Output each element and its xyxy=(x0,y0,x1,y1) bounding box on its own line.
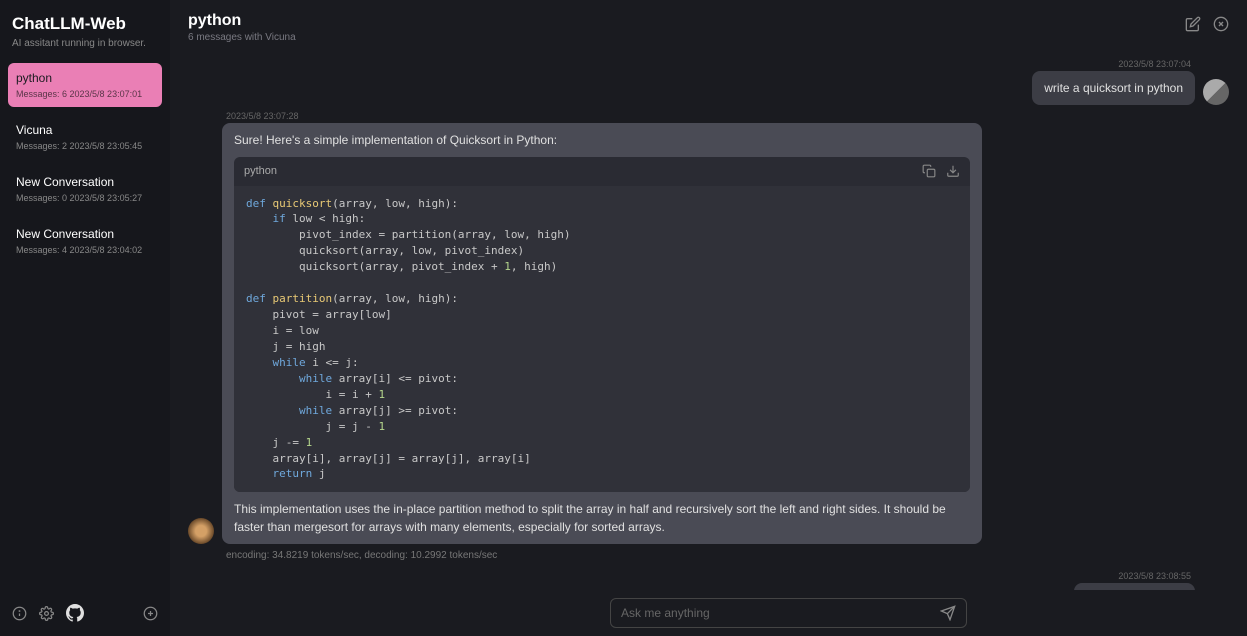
bot-message: Sure! Here's a simple implementation of … xyxy=(188,123,1229,544)
conv-meta: Messages: 2 2023/5/8 23:05:45 xyxy=(16,141,154,151)
message-bubble: Sure! Here's a simple implementation of … xyxy=(222,123,982,544)
sidebar: ChatLLM-Web AI assitant running in brows… xyxy=(0,0,170,636)
chat-title: python xyxy=(188,12,1185,30)
topbar: python 6 messages with Vicuna xyxy=(170,0,1247,53)
conv-meta: Messages: 4 2023/5/8 23:04:02 xyxy=(16,245,154,255)
copy-icon[interactable] xyxy=(922,164,936,178)
code-block: python def quicksort(array, low, high): … xyxy=(234,157,970,492)
code-content: def quicksort(array, low, high): if low … xyxy=(234,186,970,493)
sidebar-item-python[interactable]: python Messages: 6 2023/5/8 23:07:01 xyxy=(8,63,162,107)
code-language: python xyxy=(244,163,912,180)
conv-meta: Messages: 0 2023/5/8 23:05:27 xyxy=(16,193,154,203)
conv-title: New Conversation xyxy=(16,227,154,241)
conv-title: New Conversation xyxy=(16,175,154,189)
timestamp: 2023/5/8 23:07:04 xyxy=(1118,59,1191,69)
chat-area[interactable]: 2023/5/8 23:07:04 write a quicksort in p… xyxy=(170,53,1247,636)
download-icon[interactable] xyxy=(946,164,960,178)
sidebar-item-newconv-2[interactable]: New Conversation Messages: 4 2023/5/8 23… xyxy=(8,219,162,263)
app-brand: ChatLLM-Web xyxy=(8,14,162,34)
settings-icon[interactable] xyxy=(39,606,54,621)
close-icon[interactable] xyxy=(1213,16,1229,32)
message-bubble: write a quicksort in python xyxy=(1032,71,1195,105)
user-message: write a quicksort in python xyxy=(188,71,1229,105)
main-panel: python 6 messages with Vicuna 2023/5/8 2… xyxy=(170,0,1247,636)
bot-avatar xyxy=(188,518,214,544)
send-icon[interactable] xyxy=(940,605,956,621)
github-icon[interactable] xyxy=(66,604,84,622)
perf-stats: encoding: 34.8219 tokens/sec, decoding: … xyxy=(188,550,1229,561)
conv-title: python xyxy=(16,71,154,85)
timestamp: 2023/5/8 23:08:55 xyxy=(1118,571,1191,581)
message-input[interactable] xyxy=(621,606,930,620)
user-avatar xyxy=(1203,79,1229,105)
app-tagline: AI assitant running in browser. xyxy=(8,38,162,49)
edit-icon[interactable] xyxy=(1185,16,1201,32)
info-icon[interactable] xyxy=(12,606,27,621)
timestamp: 2023/5/8 23:07:28 xyxy=(226,111,299,121)
chat-subtitle: 6 messages with Vicuna xyxy=(188,32,1185,43)
conv-title: Vicuna xyxy=(16,123,154,137)
add-conversation-icon[interactable] xyxy=(143,606,158,621)
input-bar xyxy=(170,590,1247,636)
message-text: Sure! Here's a simple implementation of … xyxy=(234,131,970,149)
sidebar-footer xyxy=(8,598,162,628)
conv-meta: Messages: 6 2023/5/8 23:07:01 xyxy=(16,89,154,99)
message-input-wrap[interactable] xyxy=(610,598,967,628)
sidebar-item-vicuna[interactable]: Vicuna Messages: 2 2023/5/8 23:05:45 xyxy=(8,115,162,159)
message-text: This implementation uses the in-place pa… xyxy=(234,500,970,536)
sidebar-item-newconv-1[interactable]: New Conversation Messages: 0 2023/5/8 23… xyxy=(8,167,162,211)
